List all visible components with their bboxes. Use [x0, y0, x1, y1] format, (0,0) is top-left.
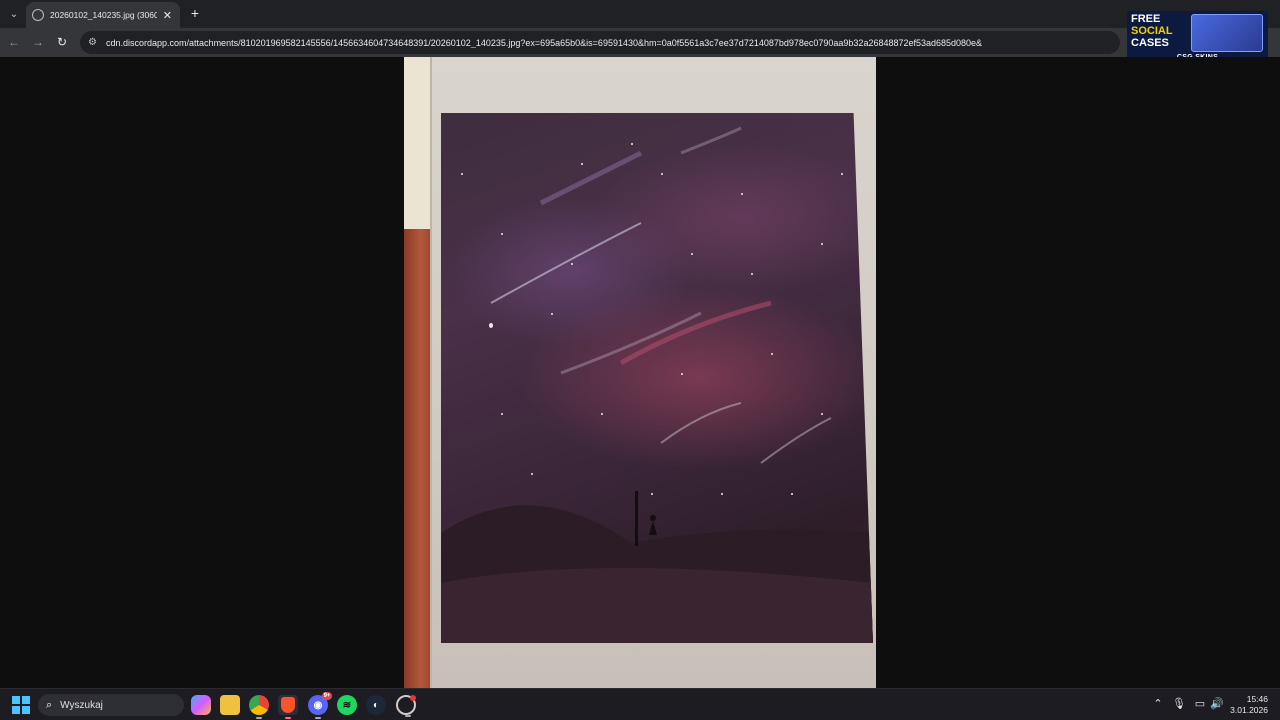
site-settings-icon[interactable]: ⚙	[88, 37, 102, 48]
steam-icon[interactable]: ◐	[366, 695, 386, 715]
reload-icon[interactable]: ↻	[54, 34, 70, 50]
tab-active[interactable]: 20260102_140235.jpg (3060×4 ✕	[26, 2, 180, 28]
painting-photo[interactable]	[404, 57, 876, 688]
chrome-icon[interactable]	[249, 695, 269, 719]
wall-edge	[430, 57, 432, 688]
tab-title: 20260102_140235.jpg (3060×4	[50, 10, 157, 20]
taskbar-search[interactable]: ⌕ Wyszukaj	[38, 694, 184, 716]
ad-line2: SOCIAL	[1131, 25, 1173, 37]
running-indicator	[256, 717, 262, 719]
spotify-icon[interactable]: ≋	[337, 695, 357, 715]
microphone-icon[interactable]: 🎙	[1172, 697, 1186, 710]
file-explorer-icon[interactable]	[220, 695, 240, 715]
network-icon[interactable]: ▭	[1193, 697, 1207, 710]
running-indicator	[315, 717, 321, 719]
running-indicator	[405, 715, 411, 717]
ad-headline: FREE SOCIAL CASES	[1131, 13, 1189, 49]
search-icon: ⌕	[46, 698, 53, 711]
painted-canvas	[441, 113, 873, 643]
url-text[interactable]: cdn.discordapp.com/attachments/810201969…	[106, 38, 982, 48]
figure-silhouette	[649, 521, 657, 535]
url-host: cdn.discordapp.com	[106, 37, 187, 48]
ad-line1: FREE	[1131, 13, 1161, 25]
ad-banner[interactable]: FREE SOCIAL CASES CSG SKINS	[1127, 11, 1268, 63]
address-bar[interactable]: ⚙ cdn.discordapp.com/attachments/8102019…	[80, 31, 1120, 54]
close-icon[interactable]: ✕	[161, 9, 174, 22]
notification-badge: 9+	[322, 692, 332, 700]
clock-date: 3.01.2026	[1230, 705, 1268, 715]
clock[interactable]: 15:46 3.01.2026	[1218, 694, 1268, 716]
doorway-light	[404, 57, 430, 229]
url-path: /attachments/810201969582145556/14566346…	[186, 37, 983, 48]
discord-icon[interactable]: ◉ 9+	[308, 692, 332, 719]
show-hidden-icons-chevron-up-icon[interactable]: ⌃	[1151, 697, 1165, 710]
alert-dot	[410, 695, 416, 701]
forward-arrow-icon[interactable]: →	[30, 34, 46, 50]
brave-icon[interactable]	[278, 695, 298, 719]
running-indicator	[285, 717, 291, 719]
start-icon[interactable]	[12, 696, 30, 714]
browser-toolbar: ← → ↻ ⚙ cdn.discordapp.com/attachments/8…	[0, 28, 1280, 57]
new-tab-button[interactable]: +	[187, 5, 203, 21]
ad-line3: CASES	[1131, 37, 1169, 49]
search-placeholder: Wyszukaj	[60, 699, 103, 711]
clock-time: 15:46	[1246, 694, 1268, 704]
door-frame	[404, 229, 432, 688]
overwolf-icon[interactable]	[396, 695, 416, 717]
chevron-down-icon: ⌄	[9, 8, 19, 20]
back-arrow-icon[interactable]: ←	[6, 34, 22, 50]
galaxy-streaks	[441, 126, 873, 643]
copilot-icon[interactable]	[191, 695, 211, 715]
globe-icon	[32, 9, 44, 21]
windows-taskbar: ⌕ Wyszukaj ◉ 9+ ≋ ◐ ⌃ 🎙 ▭ 🔊 15:46 3.01.20…	[0, 688, 1280, 720]
tab-strip: ⌄ 20260102_140235.jpg (3060×4 ✕ +	[0, 0, 1280, 28]
tree-silhouette	[635, 491, 638, 546]
image-viewer	[0, 57, 1280, 688]
tab-search-button[interactable]: ⌄	[5, 5, 23, 23]
case-crate-image	[1191, 14, 1263, 52]
